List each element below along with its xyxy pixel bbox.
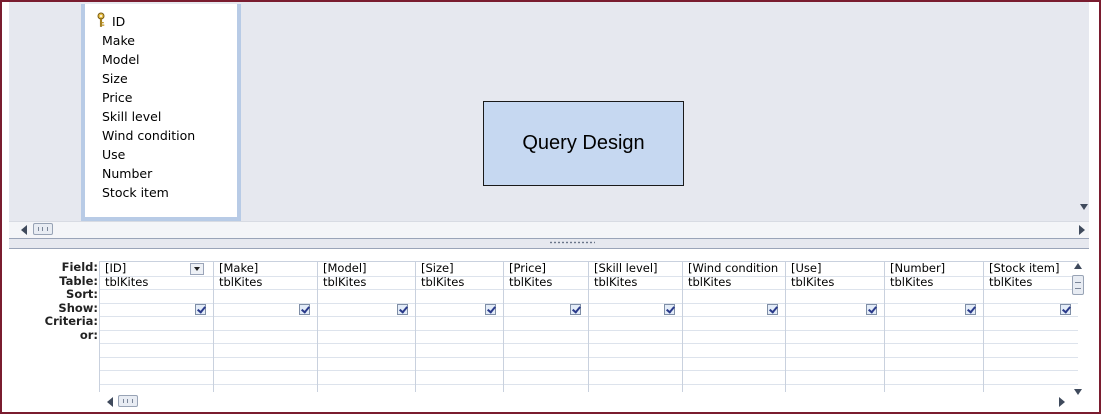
field-list-item-price[interactable]: Price [102,88,133,107]
grid-column[interactable]: [Skill level] tblKites [588,261,683,392]
field-list-tblKites[interactable]: ID Make Model Size Price Skill level Win… [81,4,241,221]
show-checkbox-icon[interactable] [866,304,877,315]
grid-column[interactable]: [ID] tblKites [99,261,214,392]
scroll-thumb[interactable] [118,395,138,407]
key-icon [97,12,105,27]
field-list-item-number[interactable]: Number [102,164,152,183]
grid-column[interactable]: [Number] tblKites [884,261,984,392]
table-cell[interactable]: tblKites [509,275,552,290]
grid-column[interactable]: [Make] tblKites [213,261,318,392]
field-list-label: ID [112,14,126,29]
row-label-criteria: Criteria: [44,314,98,328]
field-dropdown-icon[interactable] [190,263,204,275]
table-cell[interactable]: tblKites [594,275,637,290]
field-cell[interactable]: [Make] [219,261,258,276]
field-list-label: Price [102,90,133,105]
lower-horizontal-scrollbar[interactable] [90,394,1069,410]
field-cell[interactable]: [Price] [509,261,546,276]
field-cell[interactable]: [Model] [323,261,367,276]
field-list-item-model[interactable]: Model [102,50,140,69]
field-cell[interactable]: [Size] [421,261,454,276]
show-checkbox-icon[interactable] [485,304,496,315]
scroll-right-icon[interactable] [1079,225,1085,235]
scroll-down-icon[interactable] [1074,389,1082,395]
table-cell[interactable]: tblKites [105,275,148,290]
field-list-item-make[interactable]: Make [102,31,135,50]
field-list-item-wind-condition[interactable]: Wind condition [102,126,195,145]
upper-scroll-down-icon[interactable] [1080,204,1088,210]
field-cell[interactable]: [Number] [890,261,945,276]
query-design-grid-pane: Field: Table: Sort: Show: Criteria: or: … [9,249,1089,412]
grid-row-labels: Field: Table: Sort: Show: Criteria: or: [9,260,98,342]
scroll-thumb[interactable] [33,223,53,235]
upper-horizontal-scrollbar[interactable] [9,221,1089,238]
field-list-label: Model [102,52,140,67]
splitter-grip-icon[interactable] [549,241,595,244]
scroll-right-icon[interactable] [1059,397,1065,407]
grid-column[interactable]: [Price] tblKites [503,261,589,392]
field-cell[interactable]: [ID] [105,261,126,276]
grid-column[interactable]: [Stock item] tblKites [983,261,1079,392]
table-cell[interactable]: tblKites [219,275,262,290]
row-label-show: Show: [58,300,98,315]
table-cell[interactable]: tblKites [791,275,834,290]
table-cell[interactable]: tblKites [989,275,1032,290]
show-checkbox-icon[interactable] [299,304,310,315]
grid-column[interactable]: [Wind condition tblKites [682,261,786,392]
table-cell[interactable]: tblKites [688,275,731,290]
row-label-or: or: [79,327,98,342]
field-list-label: Skill level [102,109,162,124]
row-label-field: Field: [61,260,98,274]
row-label-sort: Sort: [66,287,98,301]
query-design-callout: Query Design [483,101,684,186]
pane-splitter[interactable] [9,238,1089,249]
lower-vertical-scrollbar[interactable] [1069,261,1087,409]
show-checkbox-icon[interactable] [664,304,675,315]
field-list-item-use[interactable]: Use [102,145,125,164]
row-label-table: Table: [59,273,98,288]
field-list-item-size[interactable]: Size [102,69,128,88]
scroll-left-icon[interactable] [107,397,113,407]
show-checkbox-icon[interactable] [195,304,206,315]
grid-column[interactable]: [Size] tblKites [415,261,504,392]
scroll-left-icon[interactable] [21,225,27,235]
field-list-item-stock-item[interactable]: Stock item [102,183,169,202]
table-cell[interactable]: tblKites [890,275,933,290]
grid-column[interactable]: [Use] tblKites [785,261,885,392]
table-cell[interactable]: tblKites [421,275,464,290]
field-list-item-id[interactable]: ID [97,12,126,31]
field-cell[interactable]: [Wind condition [688,261,778,276]
show-checkbox-icon[interactable] [767,304,778,315]
field-list-label: Use [102,147,126,162]
field-list-label: Size [102,71,128,86]
field-cell[interactable]: [Use] [791,261,821,276]
field-list-label: Number [102,166,153,181]
grid-column[interactable]: [Model] tblKites [317,261,416,392]
table-cell[interactable]: tblKites [323,275,366,290]
show-checkbox-icon[interactable] [397,304,408,315]
show-checkbox-icon[interactable] [965,304,976,315]
scroll-up-icon[interactable] [1074,263,1082,269]
field-list-label: Make [102,33,135,48]
field-cell[interactable]: [Stock item] [989,261,1059,276]
scroll-thumb[interactable] [1072,275,1084,295]
field-list-item-skill-level[interactable]: Skill level [102,107,161,126]
field-list-label: Stock item [102,185,169,200]
show-checkbox-icon[interactable] [570,304,581,315]
field-list-label: Wind condition [102,128,196,143]
design-grid[interactable]: [ID] tblKites [Make] tblKites [Model] tblKite… [99,261,1078,392]
field-cell[interactable]: [Skill level] [594,261,658,276]
